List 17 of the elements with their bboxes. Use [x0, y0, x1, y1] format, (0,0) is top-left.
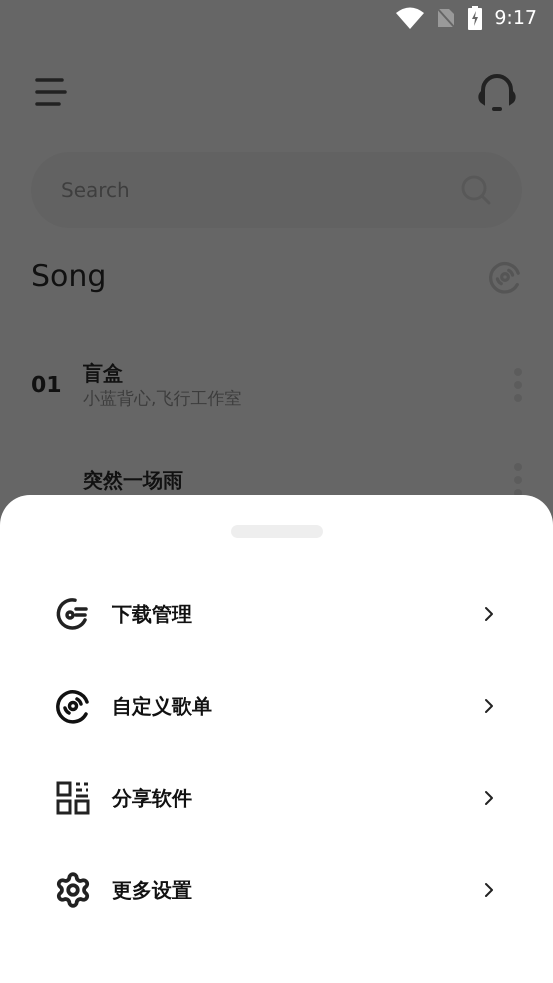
track-number: 01: [31, 372, 63, 400]
menu-item[interactable]: 自定义歌单: [0, 660, 553, 752]
song-title: 盲盒: [83, 360, 124, 387]
disc-icon: [55, 688, 91, 724]
menu-icon[interactable]: [34, 77, 68, 107]
gear-icon: [54, 871, 92, 909]
wifi-icon: [396, 7, 424, 29]
no-sim-icon: [436, 7, 456, 29]
menu-item[interactable]: 分享软件: [0, 752, 553, 844]
status-time: 9:17: [494, 6, 537, 31]
battery-charging-icon: [468, 6, 482, 30]
menu-item[interactable]: 更多设置: [0, 844, 553, 936]
song-title: 突然一场雨: [83, 467, 184, 494]
qr-code-icon: [56, 781, 90, 815]
menu-item[interactable]: 下载管理: [0, 568, 553, 660]
section-title: Song: [31, 258, 106, 296]
more-options-icon[interactable]: [514, 463, 522, 497]
